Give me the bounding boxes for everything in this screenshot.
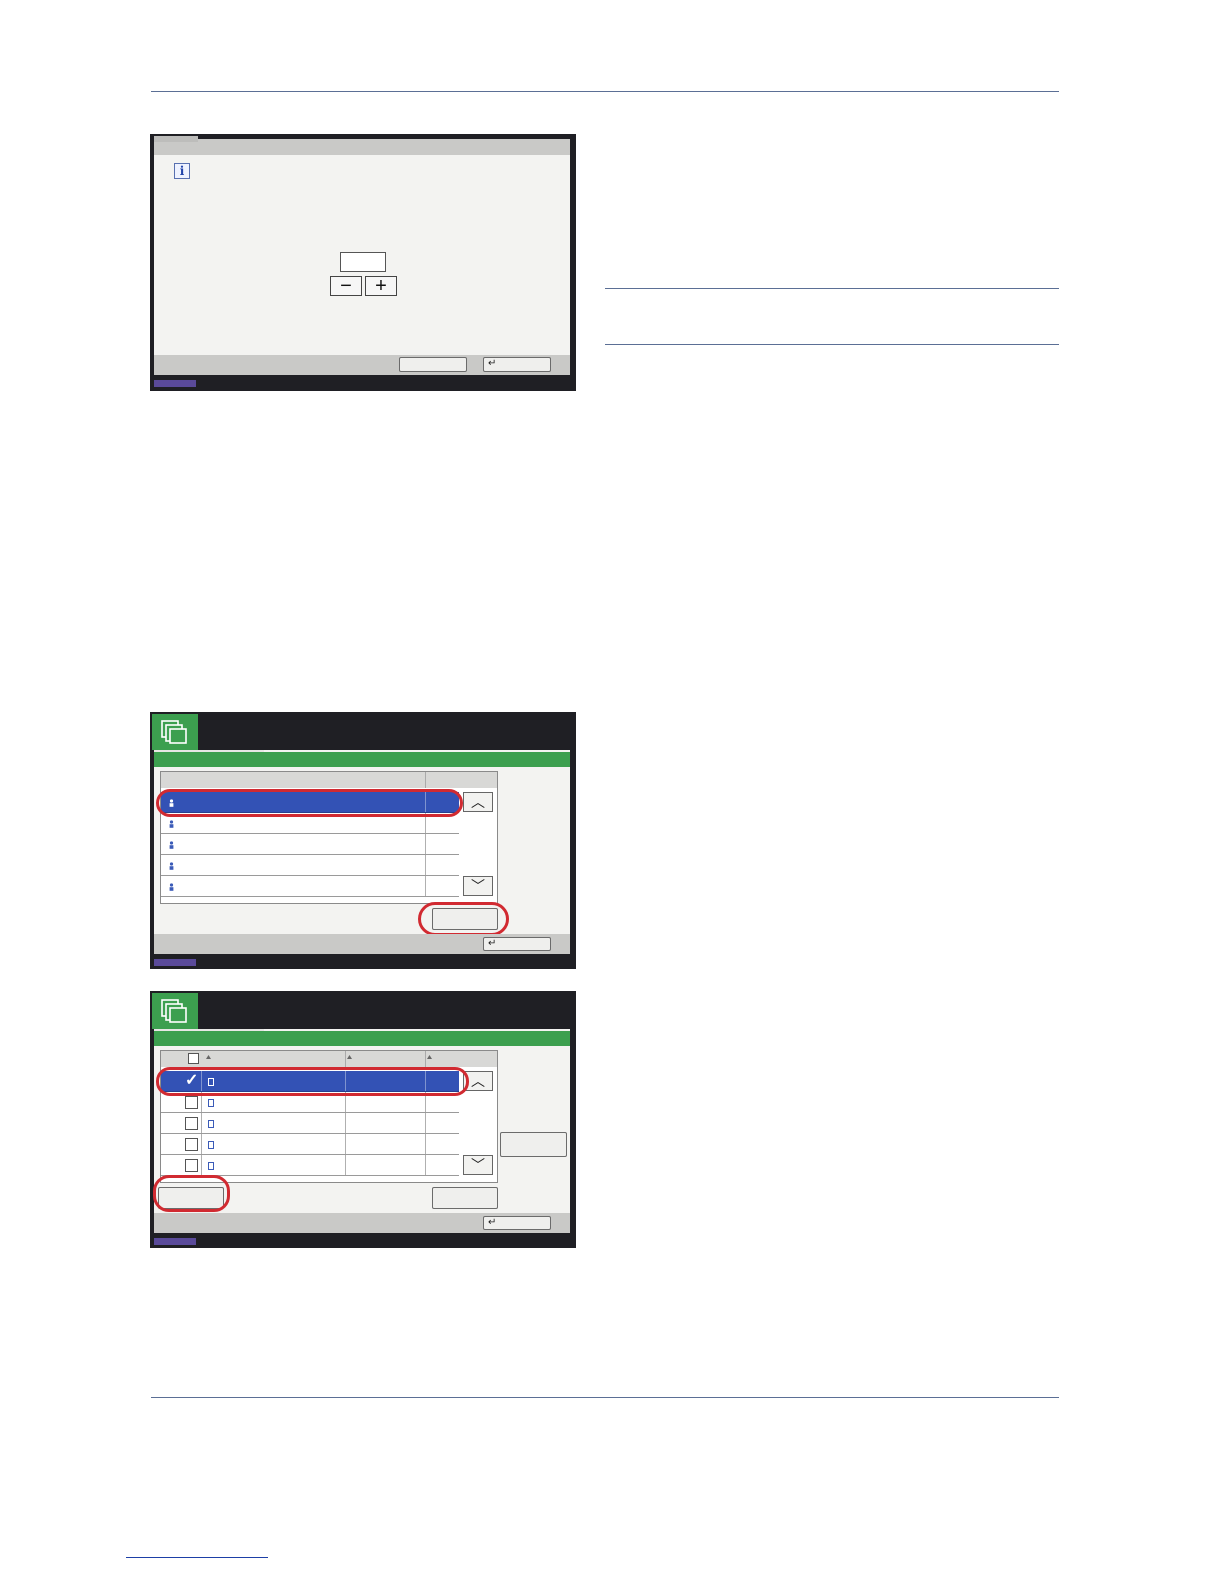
- close-button[interactable]: ↵: [483, 1216, 551, 1230]
- screenshot-document-list: ✓ ︿ ﹀ ↵: [150, 991, 576, 1248]
- list-header: [161, 772, 497, 788]
- row-col-sep: [201, 1155, 202, 1175]
- row-checkbox[interactable]: [185, 1117, 198, 1130]
- header-rule: [151, 91, 1059, 92]
- dialog-footer-bar: ↵: [154, 355, 570, 375]
- row-col-sep: [201, 1134, 202, 1154]
- scroll-down-button[interactable]: ﹀: [463, 1155, 493, 1175]
- row-col-sep: [425, 1113, 426, 1133]
- app-footer-bar: ↵: [154, 1213, 570, 1233]
- decrement-button[interactable]: −: [330, 276, 362, 296]
- app-tab[interactable]: [152, 714, 198, 750]
- header-tab-underline: [154, 1029, 264, 1031]
- list-row[interactable]: [161, 1113, 459, 1134]
- document-icon: [208, 1141, 214, 1149]
- dialog-title-tab: [154, 136, 198, 142]
- highlight-open-button: [418, 902, 509, 936]
- dialog-body: i − +: [154, 155, 570, 355]
- row-col-sep: [345, 1155, 346, 1175]
- row-col-sep: [425, 855, 426, 875]
- plus-icon: +: [375, 275, 387, 297]
- side-action-button[interactable]: [500, 1132, 567, 1157]
- chevron-up-icon: ︿: [471, 794, 485, 810]
- enter-icon: ↵: [488, 358, 497, 369]
- list-row[interactable]: [161, 834, 459, 855]
- user-icon: [169, 883, 174, 891]
- user-icon: [169, 820, 174, 828]
- print-button[interactable]: [432, 1187, 498, 1209]
- user-icon: [169, 841, 174, 849]
- chevron-down-icon: ﹀: [471, 1157, 485, 1173]
- increment-button[interactable]: +: [365, 276, 397, 296]
- list-row[interactable]: [161, 1155, 459, 1176]
- note-top-rule: [605, 288, 1059, 289]
- row-col-sep: [425, 1134, 426, 1154]
- enter-icon: ↵: [488, 1217, 497, 1228]
- ok-button[interactable]: ↵: [483, 357, 551, 372]
- scroll-up-button[interactable]: ︿: [463, 792, 493, 812]
- highlight-selected-row: [156, 1067, 469, 1096]
- screenshot-stepper-dialog: i − + ↵: [150, 134, 576, 391]
- sort-icon: [347, 1055, 352, 1059]
- row-col-sep: [425, 834, 426, 854]
- row-checkbox[interactable]: [185, 1138, 198, 1151]
- app-header-bar: [154, 1031, 570, 1046]
- row-col-sep: [201, 1113, 202, 1133]
- row-col-sep: [425, 876, 426, 896]
- header-col-sep: [425, 1051, 426, 1067]
- footer-rule: [151, 1397, 1059, 1398]
- chevron-down-icon: ﹀: [471, 878, 485, 894]
- screenshot-box-list: ︿ ﹀ ↵: [150, 712, 576, 969]
- enter-icon: ↵: [488, 938, 497, 949]
- list-row[interactable]: [161, 1134, 459, 1155]
- list-row[interactable]: [161, 876, 459, 897]
- row-col-sep: [425, 1155, 426, 1175]
- list-row[interactable]: [161, 855, 459, 876]
- document-icon: [208, 1099, 214, 1107]
- row-col-sep: [345, 1113, 346, 1133]
- minus-icon: −: [340, 275, 352, 297]
- row-checkbox[interactable]: [185, 1159, 198, 1172]
- note-bottom-rule: [605, 344, 1059, 345]
- document-icon: [208, 1162, 214, 1170]
- status-indicator: [154, 959, 196, 966]
- cancel-button[interactable]: [399, 357, 467, 372]
- status-indicator: [154, 1238, 196, 1245]
- highlight-select-button: [153, 1175, 230, 1212]
- chevron-up-icon: ︿: [471, 1073, 485, 1089]
- row-checkbox[interactable]: [185, 1096, 198, 1109]
- scroll-down-button[interactable]: ﹀: [463, 876, 493, 896]
- footer-link-underline: [126, 1557, 268, 1558]
- document-box-icon: [161, 999, 187, 1023]
- app-header-bar: [154, 752, 570, 767]
- close-button[interactable]: ↵: [483, 937, 551, 951]
- info-icon: i: [174, 163, 190, 179]
- quantity-field[interactable]: [340, 252, 386, 272]
- app-tab[interactable]: [152, 993, 198, 1029]
- header-col-sep: [425, 772, 426, 788]
- document-box-icon: [161, 720, 187, 744]
- highlight-selected-row: [156, 789, 463, 817]
- user-icon: [169, 862, 174, 870]
- row-col-sep: [345, 1134, 346, 1154]
- status-indicator: [154, 380, 196, 387]
- select-all-checkbox[interactable]: [188, 1053, 199, 1064]
- app-footer-bar: ↵: [154, 934, 570, 954]
- header-col-sep: [345, 1051, 346, 1067]
- sort-icon: [206, 1055, 211, 1059]
- list-header: [161, 1051, 497, 1067]
- sort-icon: [427, 1055, 432, 1059]
- header-tab-underline: [154, 750, 264, 752]
- document-icon: [208, 1120, 214, 1128]
- dialog-title-bar: [154, 139, 570, 155]
